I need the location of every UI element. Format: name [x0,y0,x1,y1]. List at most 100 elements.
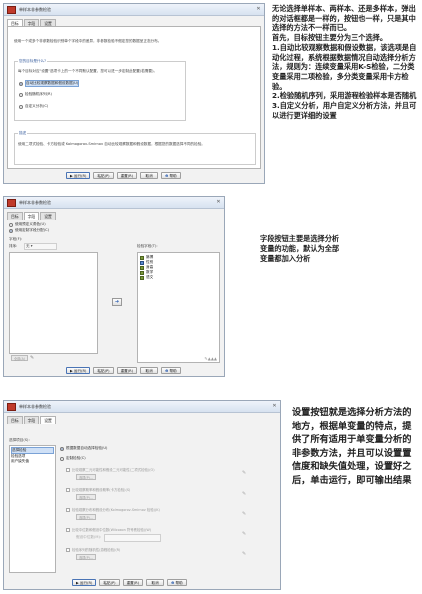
close-icon[interactable]: ✕ [271,403,278,410]
ks-options-button[interactable]: 选项(P)... [76,514,96,520]
sort-select[interactable]: 无 ▾ [24,243,57,250]
help-icon: ❷ [165,174,169,178]
radio-selected-icon [60,446,64,451]
tab-settings[interactable]: 设置 [40,212,56,220]
select-all-button[interactable]: 全部(A) [11,355,29,361]
help-button[interactable]: ❷ 帮助 [161,367,181,374]
dialog-one-sample-fields: 单样本非参数检验 ✕ 目标 字段 设置 使用预定义角色(U) 使用定制字段分配(… [3,196,225,377]
option-predefined-roles[interactable]: 使用预定义角色(U) [9,222,46,227]
dialog-title: 单样本非参数检验 [19,403,51,409]
annotation-settings: 设置按钮就是选择分析方法的地方，根据单变量的特点，提供了所有适用于单变量分析的非… [292,406,412,488]
description-group: 描述 使用二项式检验、卡方检验或 Kolmogorov-Smirnov 自动比较… [14,131,256,165]
test-wilcoxon[interactable]: 比较中位数和假设中位数(Wilcoxon 符号秩检验)(W) [66,527,151,532]
annotation-paragraph: 1.自动比较观察数据和假设数据，该选项是自动化过程，系统根据数据情况自动选择分析… [272,42,417,91]
settings-item-missing-values[interactable]: 用户缺失值 [11,459,54,464]
select-item-label: 选择项目(S): [9,438,30,442]
dialog-title: 单样本非参数检验 [19,199,51,205]
cancel-button[interactable]: 取消 [140,172,159,179]
help-icon: ❷ [165,369,169,373]
fields-list[interactable] [9,252,98,354]
dialog-one-sample-settings: 单样本非参数检验 ✕ 目标 字段 设置 选择项目(S): 选择检验 检验选项 用… [3,400,281,590]
annotation-paragraph: 设置按钮就是选择分析方法的地方，根据单变量的特点，提供了所有适用于单变量分析的非… [292,407,412,486]
intro-text: 使用一个或多个非参数检验识别单个字段中的差异，非参数检验不假定您的数据呈正态分布… [14,39,162,43]
objective-group-sub: 每个目标对应"设置"选项卡上的一个不同默认配置，您可以进一步定制此配置(若需要)… [18,69,158,73]
option-test-random[interactable]: 检验随机序列(R) [19,92,52,97]
run-button[interactable]: ▶ 运行(R) [72,579,97,586]
checkbox-icon [66,487,70,492]
objective-group: 您的目标是什么? 每个目标对应"设置"选项卡上的一个不同默认配置，您可以进一步定… [14,59,186,121]
dialog-button-row: ▶ 运行(R) 粘贴(P) 重置(R) 取消 ❷ 帮助 [66,172,181,179]
option-custom-analysis[interactable]: 自定义分析(C) [19,104,48,109]
radio-icon [9,222,13,227]
test-field-item[interactable]: 语文 [140,275,217,280]
cancel-button[interactable]: 取消 [146,579,165,586]
chi-square-edit-icon[interactable]: ✎ [242,491,246,497]
tab-objective[interactable]: 目标 [7,212,23,220]
test-binomial[interactable]: 比较观察二元可能性和假设二元可能性(二项式检验)(O) [66,467,155,472]
option-auto-compare[interactable]: 自动比较观察数据和假设数据(U) [19,80,80,87]
test-kolmogorov-smirnov[interactable]: 检验观察分布和假设分布(Kolmogorov-Smirnov 检验)(K) [66,507,160,512]
wilcoxon-edit-icon[interactable]: ✎ [242,531,246,537]
app-icon [7,5,16,14]
help-button[interactable]: ❷ 帮助 [161,172,181,179]
reset-button[interactable]: 重置(R) [116,367,138,374]
tab-fields[interactable]: 字段 [23,212,40,220]
option-auto-choose-tests[interactable]: 根据数据自动选择检验(U) [60,446,107,451]
annotation-paragraph: 2.检验随机序列，采用游程检验样本是否随机 [272,91,417,101]
ks-edit-icon[interactable]: ✎ [242,511,246,517]
tab-objective[interactable]: 目标 [7,416,23,424]
checkbox-icon [66,467,70,472]
binomial-options-button[interactable]: 选项(P)... [76,474,96,480]
dialog-one-sample-objective: 单样本非参数检验 ✕ 目标 字段 设置 使用一个或多个非参数检验识别单个字段中的… [3,3,265,184]
run-button[interactable]: ▶ 运行(R) [66,172,91,179]
measure-filter-icons: ✎▲▲▲ [204,356,217,361]
settings-item-list[interactable]: 选择检验 检验选项 用户缺失值 [9,445,56,573]
settings-item-choose-tests[interactable]: 选择检验 [11,447,54,454]
test-fields-label: 检验字段(T): [137,244,158,248]
app-icon [7,402,16,411]
median-input[interactable] [104,534,161,542]
chi-square-options-button[interactable]: 选项(P)... [76,494,96,500]
paste-button[interactable]: 粘贴(P) [99,579,120,586]
runs-options-button[interactable]: 选项(P)... [76,554,96,560]
scale-variable-icon [140,270,144,275]
dialog-title: 单样本非参数检验 [19,6,51,12]
reset-button[interactable]: 重置(R) [122,579,144,586]
help-button[interactable]: ❷ 帮助 [167,579,187,586]
dialog-titlebar: 单样本非参数检验 ✕ [4,4,264,16]
binomial-edit-icon[interactable]: ✎ [242,470,246,476]
annotation-paragraph: 无论选择单样本、两样本、还是多样本，弹出的对话框都是一样的，按钮也一样，只是其中… [272,4,416,33]
radio-icon [19,104,23,109]
reset-button[interactable]: 重置(R) [116,172,138,179]
paste-button[interactable]: 粘贴(P) [93,367,114,374]
run-button[interactable]: ▶ 运行(R) [66,367,91,374]
close-icon[interactable]: ✕ [255,6,262,13]
move-to-test-fields-button[interactable]: ➜ [112,298,122,306]
tab-settings[interactable]: 设置 [40,416,56,424]
test-chi-square[interactable]: 比较观察概率和假设概率(卡方检验)(S) [66,487,130,492]
annotation-fields: 字段按钮主要是选择分析变量的功能，默认为全部变量都加入分析 [260,234,340,264]
close-icon[interactable]: ✕ [215,199,222,206]
description-text: 使用二项式检验、卡方检验或 Kolmogorov-Smirnov 自动比较观察数… [18,142,205,146]
option-custom-fields[interactable]: 使用定制字段分配(C) [9,228,49,233]
fields-label: 字段(F): [9,237,23,241]
scale-variable-icon [140,265,144,270]
median-label: 假设中位数(M): [76,535,102,539]
tab-fields[interactable]: 字段 [23,416,40,424]
checkbox-icon [66,507,70,512]
cancel-button[interactable]: 取消 [140,367,159,374]
runs-edit-icon[interactable]: ✎ [242,551,246,557]
radio-icon [60,456,64,461]
paste-button[interactable]: 粘贴(P) [93,172,114,179]
test-fields-list[interactable]: 脉搏 性别 身高 数学 语文 ✎▲▲▲ [137,252,220,363]
dialog-titlebar: 单样本非参数检验 ✕ [4,401,280,413]
radio-icon [19,92,23,97]
test-runs[interactable]: 检验序列的随机性(游程检验)(R) [66,547,120,552]
option-customize-tests[interactable]: 定制检验(C) [60,456,86,461]
annotation-paragraph: 首先，目标按钮主要分为三个选择。 [272,33,388,43]
objective-pane: 使用一个或多个非参数检验识别单个字段中的差异，非参数检验不假定您的数据呈正态分布… [7,26,261,169]
nominal-variable-icon [140,260,144,265]
annotation-objective: 无论选择单样本、两样本、还是多样本，弹出的对话框都是一样的，按钮也一样，只是其中… [272,4,420,120]
pencil-icon[interactable]: ✎ [30,355,34,361]
fields-list-tools: 全部(A) ✎ [11,355,34,361]
